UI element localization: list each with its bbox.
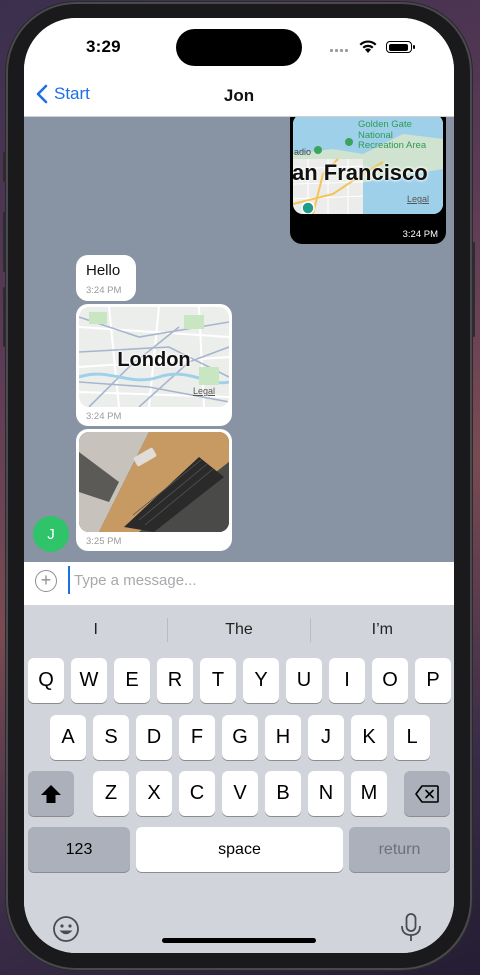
incoming-text-message[interactable]: Hello 3:24 PM (76, 255, 136, 301)
on-screen-keyboard: I The I’m Q W E R T Y U I O P A S D F G … (24, 605, 454, 953)
key-p[interactable]: P (415, 658, 451, 703)
shift-arrow-icon (41, 784, 61, 803)
cellular-signal-icon (330, 49, 348, 52)
key-r[interactable]: R (157, 658, 193, 703)
photo-thumbnail[interactable] (79, 432, 229, 532)
numbers-key[interactable]: 123 (28, 827, 130, 872)
key-w[interactable]: W (71, 658, 107, 703)
map-place-label: adio (294, 147, 312, 157)
microphone-icon[interactable] (400, 913, 422, 943)
home-indicator (162, 938, 316, 943)
suggestion-bar: I The I’m (24, 605, 454, 655)
volume-up-button (3, 212, 6, 272)
status-time: 3:29 (86, 37, 121, 56)
key-z[interactable]: Z (93, 771, 129, 816)
key-a[interactable]: A (50, 715, 86, 760)
key-x[interactable]: X (136, 771, 172, 816)
san-francisco-map-thumbnail[interactable]: Golden Gate National Recreation Area adi… (293, 117, 443, 214)
key-d[interactable]: D (136, 715, 172, 760)
add-attachment-button[interactable]: + (35, 570, 57, 592)
key-g[interactable]: G (222, 715, 258, 760)
delete-key[interactable] (404, 771, 450, 816)
message-timestamp: 3:24 PM (402, 229, 438, 240)
key-u[interactable]: U (286, 658, 322, 703)
map-legal-link[interactable]: Legal (407, 194, 429, 204)
suggestion-divider (310, 618, 311, 642)
outgoing-location-message[interactable]: Golden Gate National Recreation Area adi… (290, 117, 446, 244)
incoming-photo-message[interactable]: 3:25 PM (76, 429, 232, 551)
key-o[interactable]: O (372, 658, 408, 703)
key-j[interactable]: J (308, 715, 344, 760)
space-key[interactable]: space (136, 827, 343, 872)
wifi-icon (359, 40, 377, 53)
conversation-title: Jon (223, 86, 255, 105)
dynamic-island (176, 29, 302, 66)
message-text: Hello (86, 262, 121, 279)
key-c[interactable]: C (179, 771, 215, 816)
london-map-thumbnail[interactable]: London Legal (79, 307, 229, 407)
power-button (472, 242, 475, 337)
avatar[interactable]: J (33, 516, 69, 552)
backspace-icon (415, 784, 439, 803)
screen: 3:29 Start Jon Golden Gate National Recr… (24, 18, 454, 953)
message-timestamp: 3:24 PM (86, 411, 122, 422)
key-q[interactable]: Q (28, 658, 64, 703)
suggestion-item[interactable]: I’m (311, 605, 454, 655)
navigation-bar: Start Jon (24, 78, 454, 117)
key-b[interactable]: B (265, 771, 301, 816)
key-n[interactable]: N (308, 771, 344, 816)
message-list[interactable]: Golden Gate National Recreation Area adi… (24, 117, 454, 562)
key-y[interactable]: Y (243, 658, 279, 703)
incoming-location-message[interactable]: London Legal 3:24 PM (76, 304, 232, 426)
volume-down-button (3, 287, 6, 347)
emoji-icon[interactable] (52, 915, 80, 943)
shift-key[interactable] (28, 771, 74, 816)
key-s[interactable]: S (93, 715, 129, 760)
map-poi-label: Golden Gate National Recreation Area (358, 119, 427, 151)
key-k[interactable]: K (351, 715, 387, 760)
map-city-label: London (117, 349, 191, 371)
message-composer: + (24, 562, 454, 605)
key-v[interactable]: V (222, 771, 258, 816)
battery-icon (386, 41, 415, 53)
message-input[interactable] (68, 566, 448, 594)
status-bar: 3:29 (24, 18, 454, 78)
key-f[interactable]: F (179, 715, 215, 760)
message-timestamp: 3:25 PM (86, 536, 122, 547)
mute-switch (3, 152, 6, 182)
key-i[interactable]: I (329, 658, 365, 703)
key-m[interactable]: M (351, 771, 387, 816)
key-e[interactable]: E (114, 658, 150, 703)
key-l[interactable]: L (394, 715, 430, 760)
map-city-label: an Francisco (293, 160, 428, 185)
map-legal-link[interactable]: Legal (193, 386, 215, 396)
return-key[interactable]: return (349, 827, 450, 872)
suggestion-item[interactable]: The (167, 605, 310, 655)
message-timestamp: 3:24 PM (86, 285, 122, 296)
suggestion-divider (167, 618, 168, 642)
key-h[interactable]: H (265, 715, 301, 760)
suggestion-item[interactable]: I (24, 605, 167, 655)
key-t[interactable]: T (200, 658, 236, 703)
keyboard-desk-photo (79, 432, 229, 532)
